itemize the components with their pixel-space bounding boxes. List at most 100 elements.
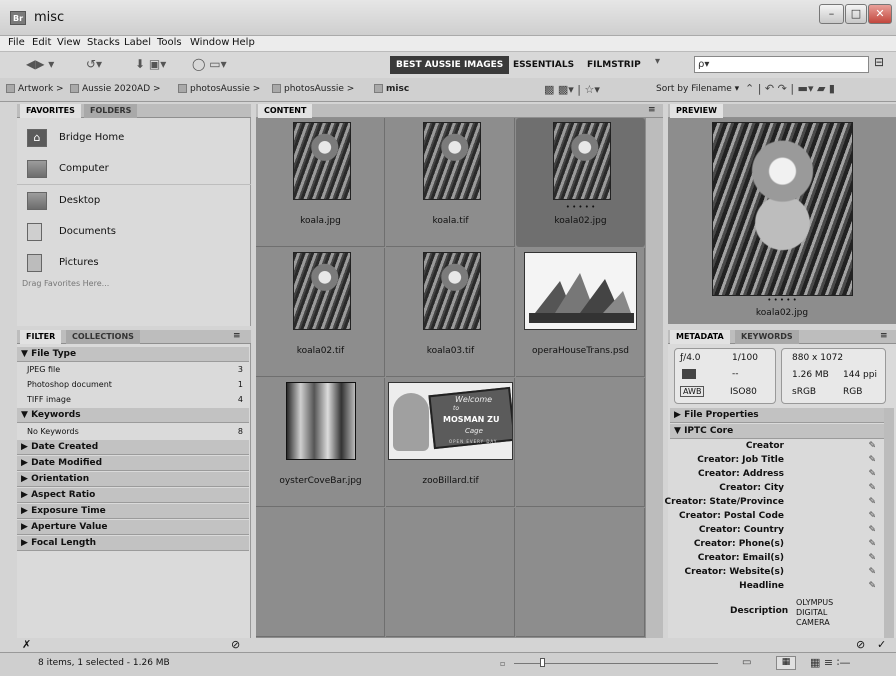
favorite-pictures[interactable]: Pictures [17,248,267,278]
thumbnail-koala03-tif[interactable]: koala03.tif [386,248,515,377]
thumbnail-zoobillard-tif[interactable]: Welcome to MOSMAN ZU Cage OPEN EVERY DAY… [386,378,515,507]
favorite-documents[interactable]: Documents [17,217,267,247]
menu-help[interactable]: Help [232,37,255,48]
panel-menu-icon[interactable]: ≡ [880,331,888,341]
tab-collections[interactable]: COLLECTIONS [66,330,140,344]
menu-edit[interactable]: Edit [32,37,51,48]
iptc-field-creator-job-title[interactable]: Creator: Job Title ✎ [672,455,880,469]
filter-orientation[interactable]: ▶ Orientation [17,472,249,487]
favorite-computer[interactable]: Computer [17,154,267,184]
thumbnail-koala02-tif[interactable]: koala02.tif [256,248,385,377]
refine-icon[interactable]: ◯ ▭▾ [192,57,227,71]
thumbnail-size-large-icon[interactable]: ▭ [742,657,751,668]
maximize-button[interactable]: □ [845,4,867,24]
recent-folders-icon[interactable]: ↺▾ [86,57,102,71]
tab-favorites[interactable]: FAVORITES [20,104,81,118]
favorite-bridge-home[interactable]: ⌂ Bridge Home [17,123,267,153]
metadata-scrollbar[interactable] [884,408,894,638]
menu-view[interactable]: View [57,37,81,48]
compact-mode-icon[interactable]: ⊟ [874,55,884,69]
iptc-field-creator-email[interactable]: Creator: Email(s) ✎ [672,553,880,567]
workspace-menu-chevron-icon[interactable]: ▾ [655,56,660,67]
tab-preview[interactable]: PREVIEW [670,104,723,118]
pencil-icon[interactable]: ✎ [868,441,876,451]
rating-stars[interactable]: • • • • • [516,203,645,211]
clear-filter-icon[interactable]: ⊘ [231,638,240,651]
menu-window[interactable]: Window [190,37,229,48]
pencil-icon[interactable]: ✎ [868,511,876,521]
tab-content[interactable]: CONTENT [258,104,313,118]
thumbnail-operahousetrans-psd[interactable]: operaHouseTrans.psd [516,248,645,377]
pencil-icon[interactable]: ✎ [868,539,876,549]
menu-tools[interactable]: Tools [157,37,182,48]
workspace-filmstrip[interactable]: FILMSTRIP [587,56,641,74]
pencil-icon[interactable]: ✎ [868,553,876,563]
view-grid-icon[interactable]: ▦ [776,656,796,670]
tab-keywords[interactable]: KEYWORDS [735,330,799,344]
filter-date-modified[interactable]: ▶ Date Modified [17,456,249,471]
thumbnail-koala-jpg[interactable]: koala.jpg [256,118,385,247]
breadcrumb-photosaussie-1[interactable]: photosAussie > [178,84,260,94]
iptc-field-creator[interactable]: Creator ✎ [672,441,880,455]
thumbnail-koala02-jpg-selected[interactable]: • • • • • koala02.jpg [516,118,645,247]
breadcrumb-artwork[interactable]: Artwork > [6,84,64,94]
iptc-field-creator-postal-code[interactable]: Creator: Postal Code ✎ [672,511,880,525]
tab-filter[interactable]: FILTER [20,330,62,344]
iptc-field-description-value[interactable]: OLYMPUS DIGITAL CAMERA [796,598,856,628]
pencil-icon[interactable]: ✎ [868,497,876,507]
thumbnail-oystercovebar-jpg[interactable]: oysterCoveBar.jpg [256,378,385,507]
pencil-icon[interactable]: ✎ [868,581,876,591]
breadcrumb-aussie-2020ad[interactable]: Aussie 2020AD > [70,84,161,94]
iptc-field-creator-city[interactable]: Creator: City ✎ [672,483,880,497]
pencil-icon[interactable]: ✎ [868,455,876,465]
pencil-icon[interactable]: ✎ [868,567,876,577]
filter-row[interactable]: No Keywords 8 [17,424,249,439]
filter-row[interactable]: TIFF image 4 [17,392,249,407]
iptc-field-headline[interactable]: Headline ✎ [672,581,880,595]
favorite-desktop[interactable]: Desktop [17,186,267,216]
close-window-button[interactable]: ✕ [868,4,892,24]
sort-by-dropdown[interactable]: Sort by Filename ▾ [656,84,739,94]
pin-icon[interactable]: ✗ [22,638,31,651]
filter-file-type[interactable]: ▼ File Type [17,347,249,362]
tab-metadata[interactable]: METADATA [670,330,730,344]
tab-folders[interactable]: FOLDERS [84,104,138,118]
back-arrow-icon[interactable]: ◀▶ ▾ [26,57,54,71]
thumbnail-koala-tif[interactable]: koala.tif [386,118,515,247]
get-photos-icon[interactable]: ⬇ ▣▾ [135,57,166,71]
pencil-icon[interactable]: ✎ [868,469,876,479]
quality-icon[interactable]: ▩ ▩▾ | ☆▾ [544,83,600,96]
cancel-metadata-icon[interactable]: ⊘ [856,638,865,651]
iptc-field-creator-address[interactable]: Creator: Address ✎ [672,469,880,483]
filter-exposure-time[interactable]: ▶ Exposure Time [17,504,249,519]
filter-aperture-value[interactable]: ▶ Aperture Value [17,520,249,535]
apply-metadata-icon[interactable]: ✓ [877,638,886,651]
panel-menu-icon[interactable]: ≡ [648,105,656,115]
filter-date-created[interactable]: ▶ Date Created [17,440,249,455]
thumbnail-size-small-icon[interactable]: ▫ [500,659,505,668]
filter-keywords[interactable]: ▼ Keywords [17,408,249,423]
filter-row[interactable]: JPEG file 3 [17,362,249,377]
filter-focal-length[interactable]: ▶ Focal Length [17,536,249,551]
iptc-field-creator-phone[interactable]: Creator: Phone(s) ✎ [672,539,880,553]
workspace-essentials[interactable]: ESSENTIALS [513,56,574,74]
minimize-button[interactable]: – [819,4,844,24]
sort-ascending-icon[interactable]: ⌃ | ↶ ↷ | ▬▾ ▰ ▮ [745,82,835,95]
thumbnail-size-slider-handle[interactable] [540,658,545,667]
breadcrumb-photosaussie-2[interactable]: photosAussie > [272,84,354,94]
iptc-field-creator-website[interactable]: Creator: Website(s) ✎ [672,567,880,581]
section-file-properties[interactable]: ▶ File Properties [670,408,884,423]
search-input[interactable]: ρ▾ [694,56,869,73]
pencil-icon[interactable]: ✎ [868,525,876,535]
filter-row[interactable]: Photoshop document 1 [17,377,249,392]
menu-stacks[interactable]: Stacks [87,37,120,48]
preview-rating-stars[interactable]: • • • • • [668,296,896,304]
view-details-icon[interactable]: ▦ ≡ ∶— [810,656,850,669]
menu-label[interactable]: Label [124,37,151,48]
iptc-field-creator-state[interactable]: Creator: State/Province ✎ [665,497,880,511]
section-iptc-core[interactable]: ▼ IPTC Core [670,424,884,439]
iptc-field-creator-country[interactable]: Creator: Country ✎ [672,525,880,539]
workspace-best-aussie-images[interactable]: BEST AUSSIE IMAGES [390,56,510,74]
menu-file[interactable]: File [8,37,25,48]
panel-menu-icon[interactable]: ≡ [233,331,241,341]
